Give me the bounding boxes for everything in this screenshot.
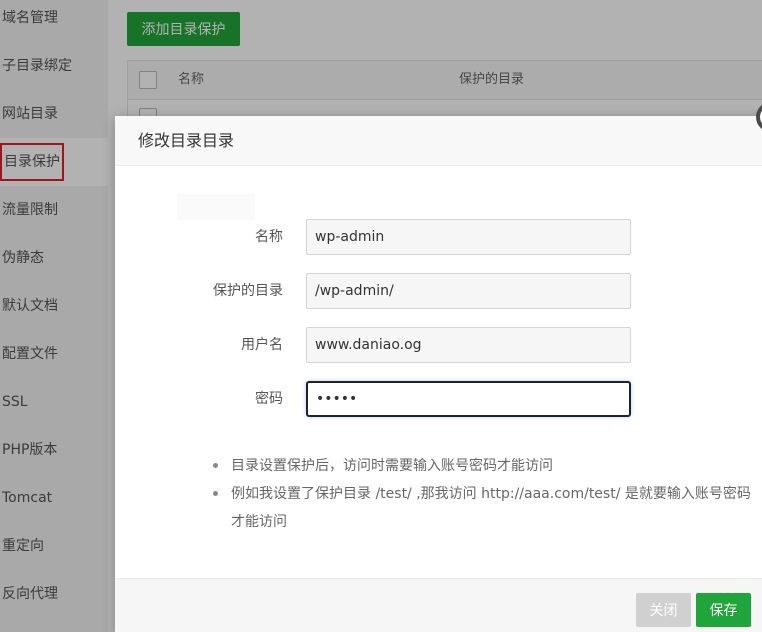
form-row-name: 名称 (115, 219, 762, 255)
divider (177, 194, 255, 220)
dialog-title: 修改目录目录 (115, 116, 762, 166)
tip-text: 例如我设置了保护目录 /test/ ,那我访问 http://aaa.com/t… (231, 486, 751, 530)
name-label: 名称 (255, 229, 283, 245)
edit-directory-protection-dialog: 修改目录目录 名称 保护的目录 用户名 密码 目录设置保护后，访问时需要输入账号… (115, 102, 762, 632)
help-tips: 目录设置保护后，访问时需要输入账号密码才能访问 例如我设置了保护目录 /test… (211, 452, 756, 536)
protected-directory-label: 保护的目录 (213, 283, 283, 299)
password-label: 密码 (255, 391, 283, 407)
form-row-password: 密码 (115, 381, 762, 417)
save-button[interactable]: 保存 (696, 593, 751, 627)
bullet-icon (213, 463, 218, 468)
username-field[interactable] (306, 327, 631, 363)
tip-text: 目录设置保护后，访问时需要输入账号密码才能访问 (231, 458, 553, 474)
bullet-icon (213, 491, 218, 496)
password-field[interactable] (306, 381, 631, 417)
username-label: 用户名 (241, 337, 283, 353)
dialog-footer: 关闭 保存 (115, 578, 762, 632)
close-button[interactable]: 关闭 (636, 593, 691, 627)
list-item: 目录设置保护后，访问时需要输入账号密码才能访问 (211, 452, 756, 480)
list-item: 例如我设置了保护目录 /test/ ,那我访问 http://aaa.com/t… (211, 480, 756, 536)
form-row-username: 用户名 (115, 327, 762, 363)
protected-directory-field[interactable] (306, 273, 631, 309)
name-field[interactable] (306, 219, 631, 255)
form-row-directory: 保护的目录 (115, 273, 762, 309)
